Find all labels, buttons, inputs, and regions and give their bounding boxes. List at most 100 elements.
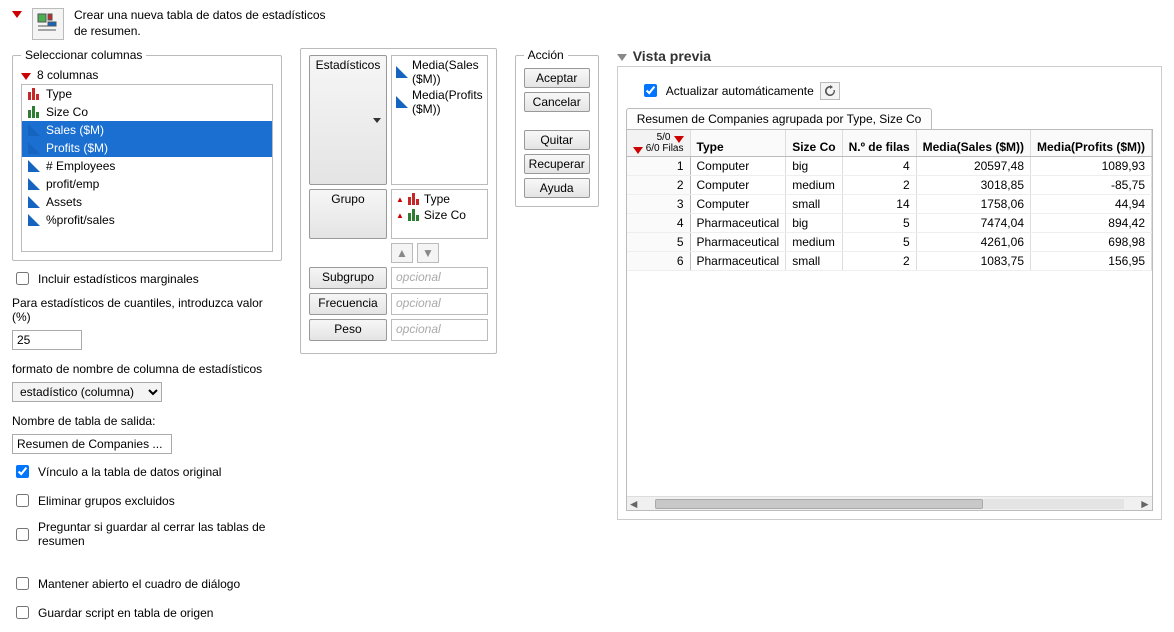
column-list[interactable]: Type Size Co Sales ($M) Profits ($M)# Emplo… — [21, 84, 273, 252]
out-name-input[interactable] — [12, 434, 172, 454]
bars-green-icon — [408, 209, 420, 221]
table-cell: 14 — [842, 195, 916, 214]
table-row[interactable]: 4Pharmaceuticalbig57474,04894,42 — [627, 214, 1152, 233]
tri-icon — [396, 66, 408, 78]
table-cell: big — [786, 157, 842, 176]
subgroup-role-box[interactable]: opcional — [391, 267, 488, 289]
weight-role-button[interactable]: Peso — [309, 319, 387, 341]
column-item[interactable]: profit/emp — [22, 175, 272, 193]
stats-role-box[interactable]: Media(Sales ($M))Media(Profits ($M)) — [391, 55, 488, 185]
link-original-checkbox[interactable]: Vínculo a la tabla de datos original — [12, 462, 282, 481]
preview-hscrollbar[interactable]: ◄► — [627, 496, 1152, 510]
preview-col-header[interactable]: Media(Profits ($M)) — [1031, 130, 1152, 157]
preview-col-header[interactable]: N.º de filas — [842, 130, 916, 157]
remove-button[interactable]: Quitar — [524, 130, 590, 150]
column-item[interactable]: Sales ($M) — [22, 121, 272, 139]
table-cell: 5 — [842, 214, 916, 233]
table-cell: 4 — [627, 214, 690, 233]
freq-role-box[interactable]: opcional — [391, 293, 488, 315]
table-cell: 1 — [627, 157, 690, 176]
column-item[interactable]: Profits ($M) — [22, 139, 272, 157]
table-row[interactable]: 3Computersmall141758,0644,94 — [627, 195, 1152, 214]
preview-col-header[interactable]: Type — [690, 130, 786, 157]
tri-icon — [28, 196, 40, 208]
group-role-button[interactable]: Grupo — [309, 189, 387, 239]
ask-save-checkbox[interactable]: Preguntar si guardar al cerrar las tabla… — [12, 520, 282, 548]
column-label: Size Co — [46, 105, 88, 119]
tri-icon — [28, 124, 40, 136]
select-columns-legend: Seleccionar columnas — [21, 48, 146, 62]
table-row[interactable]: 2Computermedium23018,85-85,75 — [627, 176, 1152, 195]
table-row[interactable]: 6Pharmaceuticalsmall21083,75156,95 — [627, 252, 1152, 271]
main-disclosure-icon[interactable] — [12, 11, 22, 18]
table-cell: 5 — [627, 233, 690, 252]
table-cell: 7474,04 — [916, 214, 1030, 233]
cols-disclosure-icon[interactable] — [674, 136, 684, 143]
preview-table[interactable]: 5/0 6/0 Filas TypeSize CoN.º de filasMed… — [626, 129, 1153, 511]
table-cell: 1758,06 — [916, 195, 1030, 214]
column-label: %profit/sales — [46, 213, 115, 227]
tabulate-icon — [32, 8, 64, 40]
column-item[interactable]: Assets — [22, 193, 272, 211]
table-cell: big — [786, 214, 842, 233]
remove-excluded-checkbox[interactable]: Eliminar grupos excluidos — [12, 491, 282, 510]
preview-disclosure-icon[interactable] — [617, 54, 627, 61]
column-label: Sales ($M) — [46, 123, 104, 137]
keep-open-checkbox[interactable]: Mantener abierto el cuadro de diálogo — [12, 574, 282, 593]
table-cell: Computer — [690, 195, 786, 214]
table-cell: medium — [786, 176, 842, 195]
header-description: Crear una nueva tabla de datos de estadí… — [74, 8, 334, 39]
preview-title: Vista previa — [633, 48, 711, 64]
name-format-select[interactable]: estadístico (columna) — [12, 382, 162, 402]
table-cell: 4 — [842, 157, 916, 176]
columns-disclosure-icon[interactable] — [21, 73, 31, 80]
weight-role-box[interactable]: opcional — [391, 319, 488, 341]
include-marginal-checkbox[interactable]: Incluir estadísticos marginales — [12, 269, 282, 288]
preview-tab[interactable]: Resumen de Companies agrupada por Type, … — [626, 108, 933, 129]
preview-col-header[interactable]: Size Co — [786, 130, 842, 157]
table-cell: 6 — [627, 252, 690, 271]
refresh-button[interactable] — [820, 82, 840, 100]
subgroup-role-button[interactable]: Subgrupo — [309, 267, 387, 289]
quantile-label: Para estadísticos de cuantiles, introduz… — [12, 296, 282, 324]
stats-item: Media(Sales ($M)) — [412, 58, 483, 86]
column-item[interactable]: # Employees — [22, 157, 272, 175]
preview-col-header[interactable]: Media(Sales ($M)) — [916, 130, 1030, 157]
column-item[interactable]: Size Co — [22, 103, 272, 121]
table-row[interactable]: 5Pharmaceuticalmedium54261,06698,98 — [627, 233, 1152, 252]
cancel-button[interactable]: Cancelar — [524, 92, 590, 112]
auto-update-checkbox[interactable]: Actualizar automáticamente — [640, 81, 814, 100]
table-cell: small — [786, 195, 842, 214]
tri-icon — [28, 214, 40, 226]
table-cell: 698,98 — [1031, 233, 1152, 252]
column-item[interactable]: Type — [22, 85, 272, 103]
table-cell: 2 — [842, 176, 916, 195]
table-cell: 1089,93 — [1031, 157, 1152, 176]
freq-role-button[interactable]: Frecuencia — [309, 293, 387, 315]
quantile-input[interactable] — [12, 330, 82, 350]
table-cell: 2 — [842, 252, 916, 271]
stats-role-button[interactable]: Estadísticos — [309, 55, 387, 185]
group-role-box[interactable]: ▲Type▲Size Co — [391, 189, 488, 239]
preview-panel: Actualizar automáticamente Resumen de Co… — [617, 66, 1162, 520]
table-cell: 20597,48 — [916, 157, 1030, 176]
recover-button[interactable]: Recuperar — [524, 154, 590, 174]
accept-button[interactable]: Aceptar — [524, 68, 590, 88]
sort-desc-button[interactable]: ▼ — [417, 243, 439, 263]
column-label: Type — [46, 87, 72, 101]
roles-fieldset: Estadísticos Media(Sales ($M))Media(Prof… — [300, 48, 497, 354]
column-item[interactable]: %profit/sales — [22, 211, 272, 229]
tri-icon — [28, 142, 40, 154]
table-cell: 3 — [627, 195, 690, 214]
table-cell: 894,42 — [1031, 214, 1152, 233]
table-cell: Pharmaceutical — [690, 252, 786, 271]
table-row[interactable]: 1Computerbig420597,481089,93 — [627, 157, 1152, 176]
help-button[interactable]: Ayuda — [524, 178, 590, 198]
rows-disclosure-icon[interactable] — [633, 147, 643, 154]
save-script-checkbox[interactable]: Guardar script en tabla de origen — [12, 603, 282, 622]
table-cell: 1083,75 — [916, 252, 1030, 271]
sort-indicator-icon: ▲ — [396, 195, 404, 204]
sort-asc-button[interactable]: ▲ — [391, 243, 413, 263]
out-name-label: Nombre de tabla de salida: — [12, 414, 282, 428]
table-cell: 5 — [842, 233, 916, 252]
